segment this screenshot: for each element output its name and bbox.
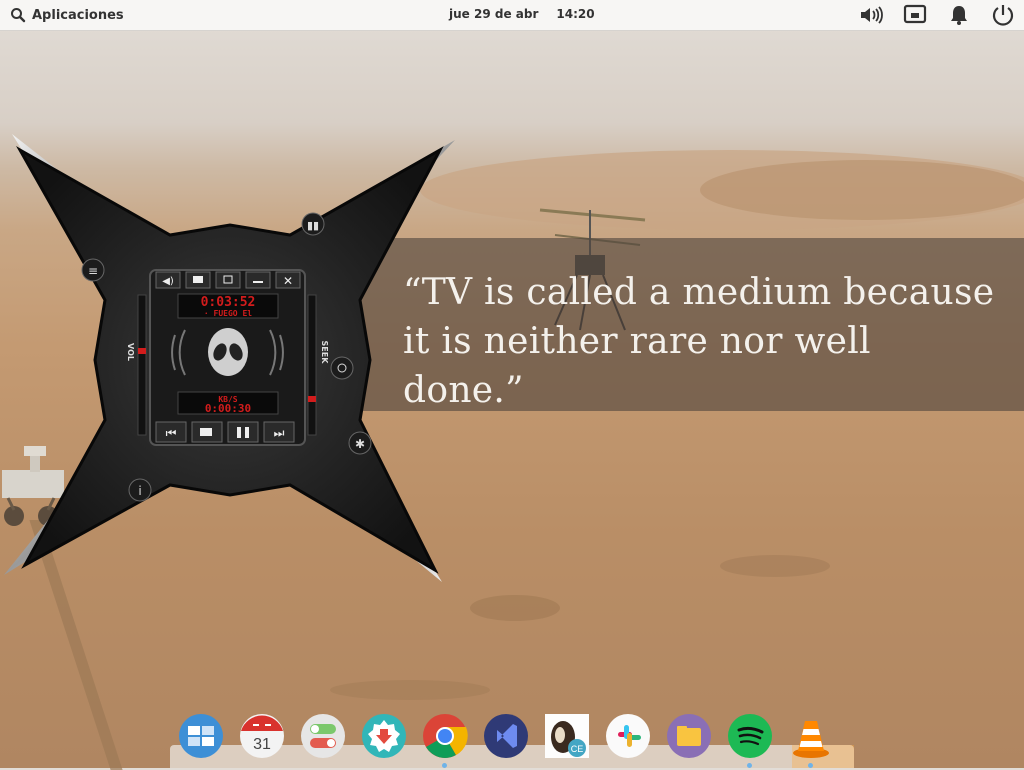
notifications-icon[interactable] [946,2,972,28]
restore-icon[interactable] [215,271,241,289]
elapsed-display: 0:00:30 [205,402,251,415]
cheat-engine-icon: CE [545,714,589,758]
indicator-area [858,2,1016,28]
multitasking-view-icon [179,714,223,758]
network-icon[interactable] [902,2,928,28]
visual-studio-launcher[interactable] [483,713,529,759]
svg-text:⏭: ⏭ [274,426,285,440]
target-button[interactable] [330,356,354,380]
svg-text:◀): ◀) [162,276,174,287]
menu-button[interactable]: ≡ [81,258,105,282]
track-title: · FUEGO El [204,309,252,318]
running-indicator [808,763,813,768]
folder-icon [667,714,711,758]
rock-patch [470,595,560,621]
svg-text:✱: ✱ [355,437,365,451]
multitasking-view-launcher[interactable] [178,713,224,759]
cheat-engine-launcher[interactable]: CE [544,713,590,759]
running-indicator [747,763,752,768]
minimize-icon[interactable] [245,271,271,289]
seek-slider-thumb[interactable] [308,396,316,402]
time-label: 14:20 [556,7,595,21]
visual-studio-icon [484,714,528,758]
pause-icon[interactable] [227,421,259,443]
svg-text:i: i [138,484,141,498]
top-panel: Aplicaciones jue 29 de abr 14:20 [0,0,1024,31]
wallpaper-quote: “TV is called a medium because it is nei… [403,272,995,411]
seek-label: SEEK [320,341,329,365]
system-settings-launcher[interactable] [300,713,346,759]
toggle-switches-icon [301,714,345,758]
info-button[interactable]: i [128,478,152,502]
volume-slider-thumb[interactable] [138,348,146,354]
seek-slider[interactable] [307,294,317,436]
google-chrome-launcher[interactable] [422,713,468,768]
date-label: jue 29 de abr [449,7,539,21]
running-indicator [442,763,447,768]
calendar-day: 31 [253,736,271,753]
svg-text:≡: ≡ [88,264,98,278]
cheat-engine-label: CE [571,744,584,754]
time-display: 0:03:52 [201,295,256,310]
vol-label: VOL [126,343,135,361]
settings-button[interactable]: ✱ [348,431,372,455]
slack-icon [606,714,650,758]
svg-text:▮▮: ▮▮ [307,219,319,232]
volume-slider[interactable] [137,294,147,436]
chrome-icon [423,714,468,758]
date-time-indicator[interactable]: jue 29 de abr 14:20 [449,7,595,21]
svg-text:⏮: ⏮ [166,426,177,440]
svg-text:✕: ✕ [283,274,293,288]
slack-launcher[interactable] [605,713,651,759]
volume-icon[interactable] [858,2,884,28]
dune-ridge-2 [700,160,1024,220]
titlebar-buttons: ◀) ✕ [155,271,301,289]
applications-label: Aplicaciones [32,7,124,23]
dock: 31 CE [178,713,834,768]
media-player-window[interactable]: ≡ ▮▮ ✱ i ◀) ✕ 0:03:52 · FUEGO El KB/S 0:… [0,130,460,590]
spotify-icon [728,714,772,758]
download-badge-icon [362,714,406,758]
search-icon [11,8,26,23]
applications-menu[interactable]: Aplicaciones [10,7,124,23]
files-launcher[interactable] [666,713,712,759]
calendar-launcher[interactable]: 31 [239,713,285,759]
appcenter-launcher[interactable] [361,713,407,759]
calendar-icon: 31 [240,714,284,758]
equalizer-button[interactable]: ▮▮ [301,212,325,236]
traffic-cone-icon [793,721,829,758]
vlc-launcher[interactable] [788,713,834,768]
rock-patch-3 [330,680,490,700]
rock-patch-2 [720,555,830,577]
spotify-launcher[interactable] [727,713,773,768]
power-icon[interactable] [990,2,1016,28]
